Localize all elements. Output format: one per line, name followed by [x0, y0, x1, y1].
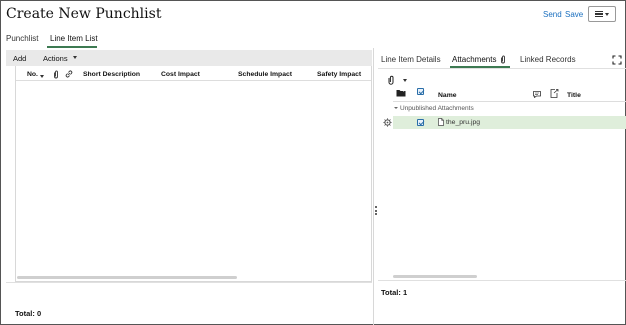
grid-header-divider — [16, 80, 371, 81]
add-button[interactable]: Add — [13, 54, 26, 63]
group-label: Unpublished Attachments — [400, 105, 474, 112]
fullscreen-icon[interactable] — [612, 55, 622, 65]
send-button[interactable]: Send — [543, 10, 562, 19]
table-row[interactable] — [393, 116, 626, 129]
row-checkbox[interactable] — [417, 119, 424, 126]
chevron-down-icon — [605, 12, 609, 16]
menu-button[interactable] — [588, 6, 616, 22]
active-tab-indicator — [47, 46, 97, 48]
divider — [378, 68, 626, 69]
page-title: Create New Punchlist — [6, 6, 162, 22]
column-header-title[interactable]: Title — [567, 92, 581, 99]
collapse-icon[interactable] — [394, 107, 398, 110]
tab-line-item-list[interactable]: Line Item List — [50, 34, 98, 43]
divider — [378, 280, 626, 281]
column-header-schedule-impact[interactable]: Schedule Impact — [238, 71, 292, 78]
file-icon — [438, 118, 444, 126]
line-items-grid: No. Short Description Cost Impact Schedu… — [15, 66, 372, 282]
horizontal-scrollbar[interactable] — [17, 276, 237, 279]
actions-button[interactable]: Actions — [43, 54, 68, 63]
folder-icon — [396, 89, 406, 97]
column-header-label: No. — [27, 71, 38, 78]
tab-punchlist[interactable]: Punchlist — [6, 34, 38, 43]
column-header-safety-impact[interactable]: Safety Impact — [317, 71, 361, 78]
add-attachment-icon[interactable] — [387, 75, 395, 85]
save-button[interactable]: Save — [565, 10, 583, 19]
link-column-icon — [65, 70, 73, 78]
pane-splitter[interactable] — [373, 48, 374, 325]
tab-linked-records[interactable]: Linked Records — [520, 55, 576, 64]
grid-header-divider — [393, 101, 626, 102]
attachments-total: Total: 1 — [381, 288, 408, 297]
column-header-cost-impact[interactable]: Cost Impact — [161, 71, 200, 78]
paperclip-icon — [500, 55, 506, 64]
line-items-toolbar: Add Actions — [6, 50, 372, 66]
comment-column-icon — [533, 91, 541, 98]
group-row[interactable]: Unpublished Attachments — [394, 105, 474, 112]
attach-chevron-down-icon[interactable] — [403, 79, 407, 82]
tab-line-item-details[interactable]: Line Item Details — [381, 55, 441, 64]
attachment-name-link[interactable]: the_pru.jpg — [446, 119, 480, 126]
actions-chevron-down-icon[interactable] — [73, 56, 77, 59]
select-all-checkbox[interactable] — [417, 88, 424, 95]
divider — [6, 282, 372, 283]
horizontal-scrollbar[interactable] — [393, 275, 477, 278]
column-header-no[interactable]: No. — [27, 71, 38, 78]
column-header-name[interactable]: Name — [438, 92, 457, 99]
checkout-column-icon — [550, 89, 559, 98]
hamburger-icon — [595, 10, 603, 18]
sort-desc-icon[interactable] — [40, 75, 44, 78]
tab-attachments[interactable]: Attachments — [452, 55, 496, 64]
drag-handle-icon[interactable] — [375, 206, 377, 215]
attachment-column-icon — [53, 70, 59, 79]
gear-icon[interactable] — [383, 118, 392, 127]
column-header-short-description[interactable]: Short Description — [83, 71, 140, 78]
line-items-total: Total: 0 — [15, 309, 42, 318]
